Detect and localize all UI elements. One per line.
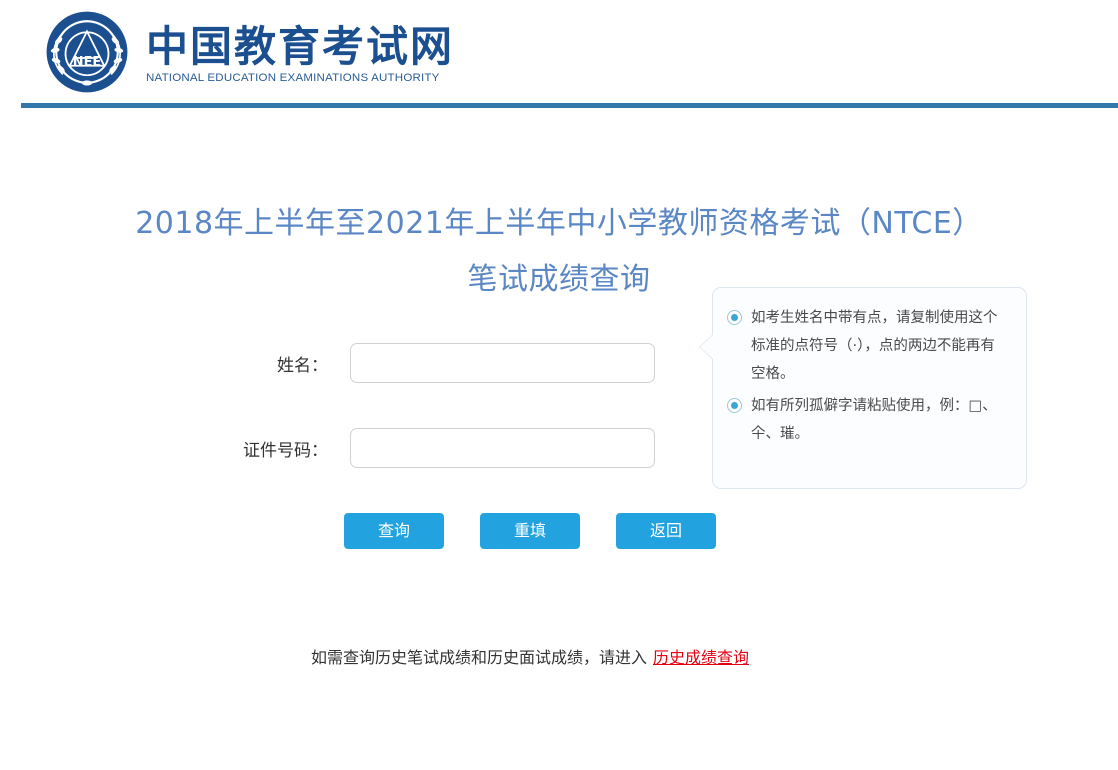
input-hint-tooltip: 如考生姓名中带有点，请复制使用这个标准的点符号（·），点的两边不能再有空格。 如… <box>699 287 1027 489</box>
score-query-form: 姓名： 证件号码： 如考生姓名中带有点，请复制使用这个标准的点符号（·），点的两… <box>0 287 1118 631</box>
field-row-id-number: 证件号码： <box>0 428 655 468</box>
history-query-note: 如需查询历史笔试成绩和历史面试成绩，请进入 历史成绩查询 <box>0 644 1060 668</box>
bullet-radio-icon <box>727 398 742 413</box>
hint-item: 如有所列孤僻字请粘贴使用，例：□、仐、璀。 <box>727 392 1008 448</box>
id-number-input[interactable] <box>350 428 655 468</box>
page-title-line-1: 2018年上半年至2021年上半年中小学教师资格考试（NTCE） <box>135 206 983 241</box>
site-header: NEE 中国教育考试网 NATIONAL EDUCATION EXAMINATI… <box>0 0 1118 108</box>
reset-button[interactable]: 重填 <box>480 513 580 549</box>
hint-text: 如有所列孤僻字请粘贴使用，例：□、仐、璀。 <box>751 398 997 442</box>
tooltip-arrow-inner-icon <box>700 334 714 360</box>
hint-text: 如考生姓名中带有点，请复制使用这个标准的点符号（·），点的两边不能再有空格。 <box>751 310 998 382</box>
bullet-radio-icon <box>727 310 742 325</box>
logo-wordmark-en: NATIONAL EDUCATION EXAMINATIONS AUTHORIT… <box>146 72 440 85</box>
site-logo[interactable]: NEE 中国教育考试网 NATIONAL EDUCATION EXAMINATI… <box>44 9 454 95</box>
back-button[interactable]: 返回 <box>616 513 716 549</box>
logo-wordmark: 中国教育考试网 NATIONAL EDUCATION EXAMINATIONS … <box>146 20 454 84</box>
id-number-label: 证件号码： <box>243 440 328 461</box>
history-score-query-link[interactable]: 历史成绩查询 <box>653 648 749 667</box>
nee-emblem-icon: NEE <box>46 11 128 93</box>
form-button-row: 查询 重填 返回 <box>0 513 1060 549</box>
svg-text:NEE: NEE <box>73 55 101 70</box>
field-row-name: 姓名： <box>0 343 655 383</box>
hint-item: 如考生姓名中带有点，请复制使用这个标准的点符号（·），点的两边不能再有空格。 <box>727 304 1008 388</box>
name-input[interactable] <box>350 343 655 383</box>
query-button[interactable]: 查询 <box>344 513 444 549</box>
history-note-text: 如需查询历史笔试成绩和历史面试成绩，请进入 <box>310 648 647 667</box>
logo-wordmark-cn: 中国教育考试网 <box>146 21 455 71</box>
name-label: 姓名： <box>277 355 328 376</box>
header-divider <box>21 103 1118 108</box>
